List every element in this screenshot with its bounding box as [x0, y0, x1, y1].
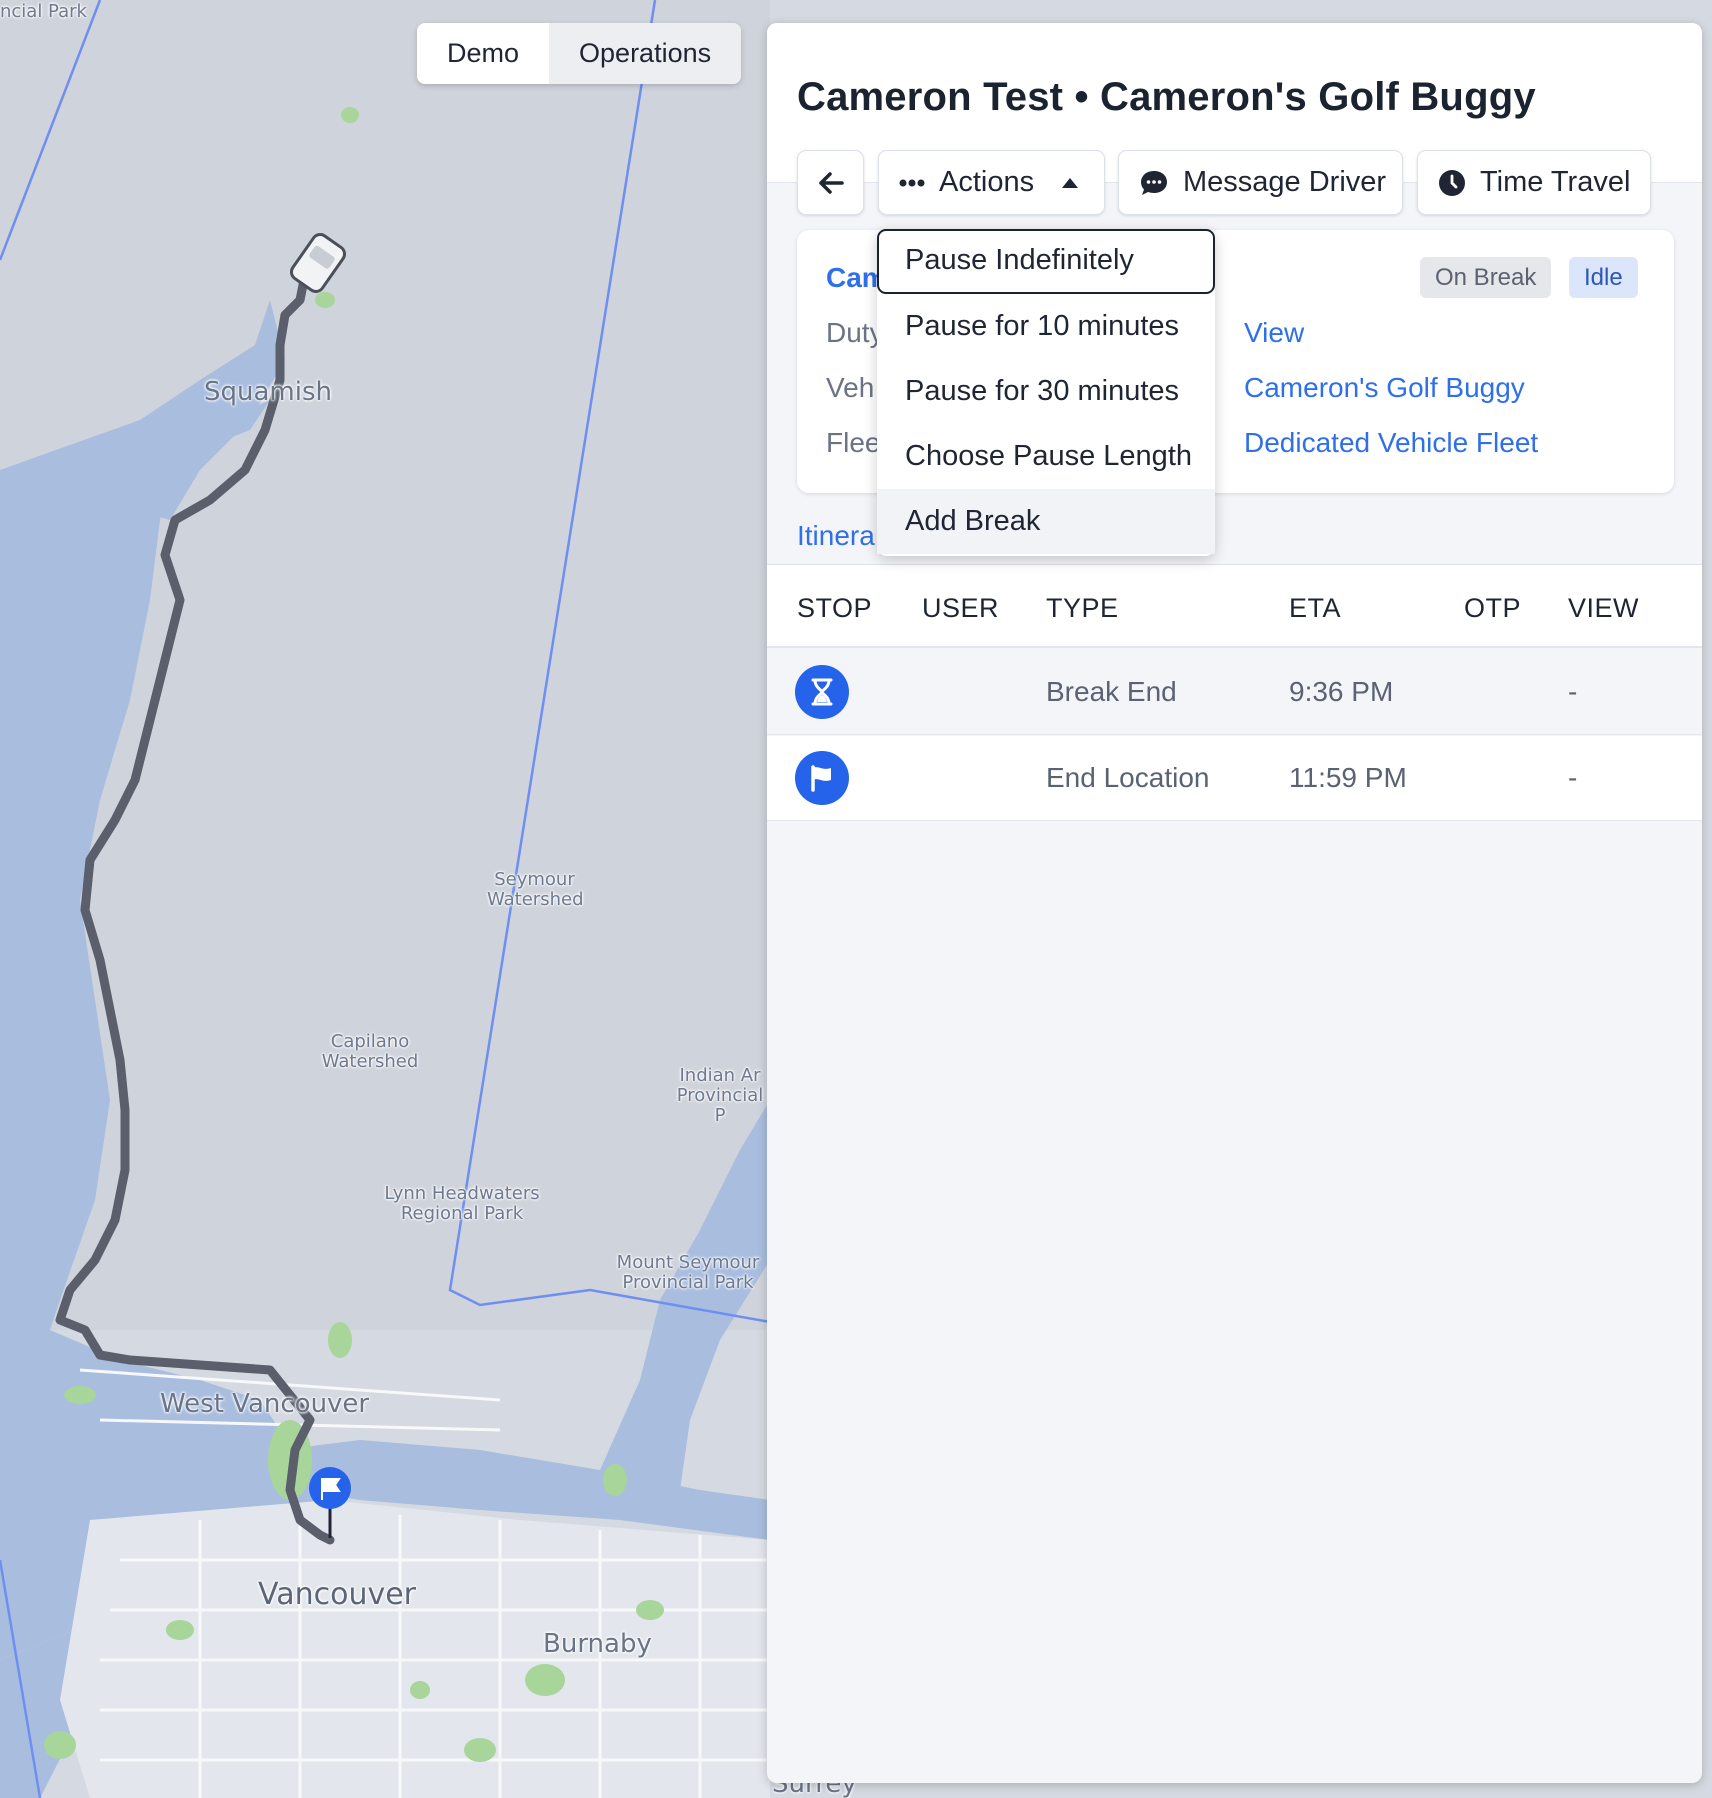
menu-item-pause-indefinitely[interactable]: Pause Indefinitely [877, 229, 1215, 294]
actions-button[interactable]: Actions [878, 150, 1105, 215]
menu-item-pause-30[interactable]: Pause for 30 minutes [877, 359, 1215, 424]
map-label-squamish: Squamish [204, 377, 332, 407]
col-eta: ETA [1289, 593, 1342, 623]
arrow-left-icon [818, 171, 844, 195]
col-type: TYPE [1046, 593, 1119, 623]
duty-view-link[interactable]: View [1244, 317, 1304, 349]
ellipsis-icon [899, 179, 925, 187]
time-travel-label: Time Travel [1480, 166, 1631, 198]
mode-demo-button[interactable]: Demo [417, 23, 549, 84]
row-eta: 9:36 PM [1289, 676, 1394, 707]
back-button[interactable] [797, 150, 864, 215]
map-label-mount-seymour: Mount Seymour Provincial Park [616, 1252, 760, 1293]
table-row[interactable]: End Location 11:59 PM - [767, 736, 1702, 821]
map-label-lynn: Lynn Headwaters Regional Park [384, 1183, 540, 1224]
menu-item-add-break[interactable]: Add Break [877, 489, 1215, 554]
map-label-seymour: Seymour Watershed [487, 869, 584, 910]
col-user: USER [922, 593, 1000, 623]
row-view: - [1568, 762, 1578, 793]
col-otp: OTP [1464, 593, 1522, 623]
map-label-capilano: Capilano Watershed [321, 1031, 419, 1072]
hourglass-icon [795, 665, 849, 719]
clock-icon [1438, 169, 1466, 197]
actions-dropdown-menu: Pause Indefinitely Pause for 10 minutes … [877, 229, 1215, 556]
fleet-link[interactable]: Dedicated Vehicle Fleet [1244, 427, 1538, 459]
map-label-west-vancouver: West Vancouver [160, 1389, 370, 1419]
row-view: - [1568, 676, 1578, 707]
col-view: VIEW [1568, 593, 1640, 623]
map-mode-toggle: Demo Operations [417, 23, 742, 84]
page-title: Cameron Test • Cameron's Golf Buggy [797, 75, 1536, 119]
mode-operations-button[interactable]: Operations [549, 23, 742, 84]
fleet-label: Flee [826, 427, 881, 458]
time-travel-button[interactable]: Time Travel [1417, 150, 1651, 215]
status-badge-on-break: On Break [1420, 257, 1552, 298]
col-stop: STOP [797, 593, 873, 623]
table-row[interactable]: Break End 9:36 PM - [767, 650, 1702, 735]
chat-bubble-icon [1139, 169, 1169, 197]
status-badge-idle: Idle [1569, 257, 1638, 298]
vehicle-link[interactable]: Cameron's Golf Buggy [1244, 372, 1525, 404]
actions-button-label: Actions [939, 166, 1035, 198]
menu-item-choose-pause[interactable]: Choose Pause Length [877, 424, 1215, 489]
row-type: Break End [1046, 676, 1177, 707]
vehicle-label: Veh [826, 372, 875, 403]
row-type: End Location [1046, 762, 1210, 793]
map-label-park: ncial Park [0, 1, 87, 22]
itinerary-table-header: STOP USER TYPE ETA OTP VIEW [767, 565, 1702, 648]
message-driver-label: Message Driver [1183, 166, 1387, 198]
message-driver-button[interactable]: Message Driver [1118, 150, 1403, 215]
flag-icon [795, 751, 849, 805]
map-label-indian-arm: Indian Ar Provincial P [676, 1065, 764, 1126]
map-label-burnaby: Burnaby [543, 1629, 652, 1659]
caret-up-icon [1062, 177, 1079, 188]
menu-item-pause-10[interactable]: Pause for 10 minutes [877, 294, 1215, 359]
row-eta: 11:59 PM [1289, 762, 1407, 793]
duty-label: Duty [826, 317, 884, 348]
map-label-vancouver: Vancouver [258, 1577, 416, 1612]
